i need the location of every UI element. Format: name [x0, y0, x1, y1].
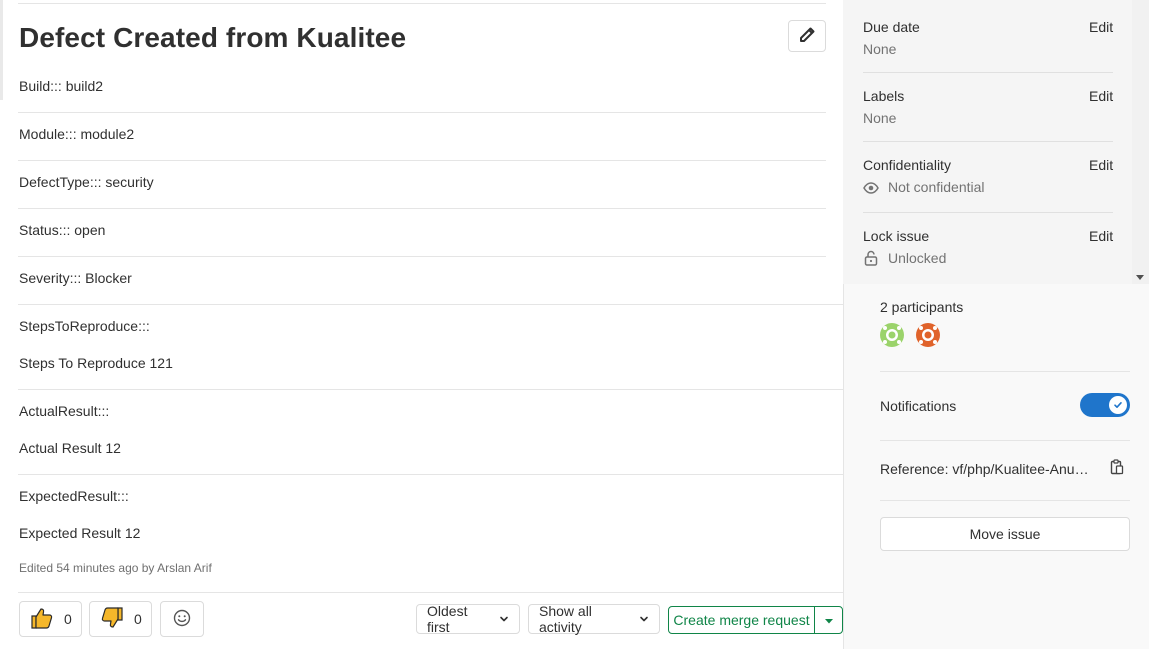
description-steps-value: Steps To Reproduce 121	[19, 355, 173, 371]
add-reaction-button[interactable]	[160, 601, 204, 637]
edit-title-button[interactable]	[788, 20, 826, 52]
description-defect-type: DefectType::: security	[19, 174, 154, 190]
clipboard-icon	[1110, 458, 1124, 478]
description-actual-value: Actual Result 12	[19, 440, 121, 456]
smiley-icon	[173, 609, 191, 630]
check-icon	[1113, 397, 1123, 413]
sort-dropdown[interactable]: Oldest first	[416, 603, 520, 635]
divider	[18, 474, 843, 475]
lock-issue-edit-link[interactable]: Edit	[1089, 228, 1113, 244]
divider	[18, 304, 843, 305]
description-build: Build::: build2	[19, 78, 104, 94]
confidentiality-label: Confidentiality	[863, 157, 951, 173]
divider	[880, 500, 1130, 501]
divider	[880, 371, 1130, 372]
create-merge-request-label: Create merge request	[673, 612, 810, 628]
toggle-knob	[1109, 396, 1127, 414]
thumbs-up-icon	[30, 606, 54, 633]
eye-icon	[863, 180, 879, 199]
thumbs-up-count: 0	[64, 611, 72, 627]
thumbs-up-button[interactable]: 0	[19, 601, 82, 637]
avatar[interactable]	[916, 323, 940, 347]
sidebar-scrollbar[interactable]	[1132, 0, 1149, 284]
confidentiality-value: Not confidential	[888, 179, 985, 195]
divider	[18, 389, 843, 390]
labels-value: None	[863, 110, 897, 126]
activity-filter-label: Show all activity	[539, 603, 592, 635]
labels-label: Labels	[863, 88, 905, 104]
divider	[18, 256, 826, 257]
participants-count: 2 participants	[880, 299, 964, 315]
thumbs-down-count: 0	[134, 611, 142, 627]
divider	[18, 208, 826, 209]
description-expected-heading: ExpectedResult:::	[19, 488, 129, 504]
thumbs-down-icon	[100, 606, 124, 633]
notifications-toggle[interactable]	[1080, 393, 1130, 417]
chevron-down-icon	[639, 611, 649, 627]
description-severity: Severity::: Blocker	[19, 270, 132, 286]
confidentiality-edit-link[interactable]: Edit	[1089, 157, 1113, 173]
create-merge-request-button[interactable]: Create merge request	[668, 606, 815, 634]
description-module: Module::: module2	[19, 126, 135, 142]
unlock-icon	[864, 250, 878, 269]
description-status: Status::: open	[19, 222, 106, 238]
due-date-edit-link[interactable]: Edit	[1089, 19, 1113, 35]
issue-title: Defect Created from Kualitee	[19, 22, 407, 53]
divider	[880, 440, 1130, 441]
lock-issue-value: Unlocked	[888, 250, 947, 266]
scroll-down-arrow-icon	[1136, 275, 1144, 280]
move-issue-button[interactable]: Move issue	[880, 517, 1130, 551]
due-date-label: Due date	[863, 19, 920, 35]
activity-filter-dropdown[interactable]: Show all activity	[528, 603, 660, 635]
due-date-value: None	[863, 41, 897, 57]
reference-label: Reference: vf/php/Kualitee-Anugrah#1	[880, 461, 1095, 477]
caret-down-icon	[824, 612, 834, 628]
sort-dropdown-label: Oldest first	[427, 603, 468, 635]
divider	[863, 212, 1113, 213]
avatar[interactable]	[880, 323, 904, 347]
copy-reference-button[interactable]	[1108, 458, 1126, 478]
notifications-label: Notifications	[880, 398, 957, 414]
top-divider	[18, 3, 826, 4]
divider	[18, 112, 826, 113]
divider	[863, 72, 1113, 73]
issue-main-column: Defect Created from Kualitee Build::: bu…	[0, 0, 843, 649]
description-steps-heading: StepsToReproduce:::	[19, 318, 150, 334]
edited-note: Edited 54 minutes ago by Arslan Arif	[19, 561, 212, 575]
pencil-icon	[799, 27, 815, 46]
chevron-down-icon	[499, 611, 509, 627]
thumbs-down-button[interactable]: 0	[89, 601, 152, 637]
divider	[18, 160, 826, 161]
description-actual-heading: ActualResult:::	[19, 403, 110, 419]
divider	[863, 141, 1113, 142]
merge-request-options-button[interactable]	[814, 606, 843, 634]
labels-edit-link[interactable]: Edit	[1089, 88, 1113, 104]
lock-issue-label: Lock issue	[863, 228, 930, 244]
move-issue-label: Move issue	[969, 526, 1041, 542]
description-expected-value: Expected Result 12	[19, 525, 141, 541]
divider	[18, 592, 843, 593]
